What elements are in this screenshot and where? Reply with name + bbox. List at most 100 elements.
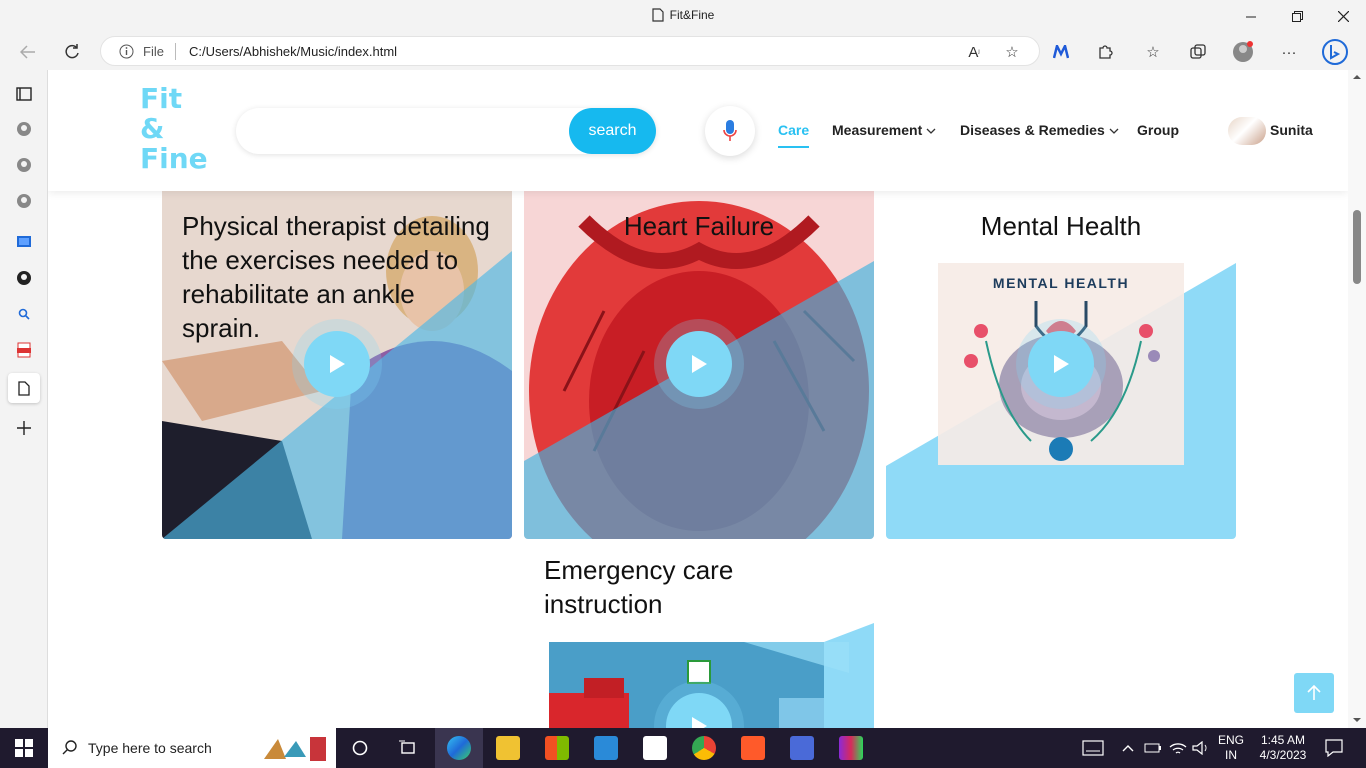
play-button[interactable] [1028, 331, 1094, 397]
new-tab-button[interactable] [12, 416, 36, 440]
notifications-icon[interactable] [1325, 739, 1343, 757]
file-explorer-icon[interactable] [496, 736, 520, 760]
clock-time: 1:45 AM [1260, 733, 1306, 747]
task-view-icon[interactable] [399, 740, 417, 756]
windows-start-icon[interactable] [15, 739, 33, 757]
github-icon [17, 194, 31, 208]
user-name[interactable]: Sunita [1270, 122, 1313, 138]
refresh-button[interactable] [56, 37, 88, 67]
windows-taskbar: Type here to search ENG IN 1:45 AM 4/3/2… [0, 728, 1366, 768]
collections-icon[interactable] [1183, 37, 1213, 67]
back-button[interactable] [12, 37, 44, 67]
read-aloud-icon[interactable]: Aʲ [959, 37, 989, 67]
voice-search-button[interactable] [705, 106, 755, 156]
restore-button[interactable] [1274, 0, 1320, 33]
nav-diseases[interactable]: Diseases & Remedies [960, 122, 1119, 138]
github-tab-icon[interactable] [12, 189, 36, 213]
extensions-icon[interactable] [1090, 37, 1120, 67]
search-icon [62, 740, 77, 755]
scrollbar-thumb[interactable] [1353, 210, 1361, 284]
pdf-tab-icon[interactable] [12, 338, 36, 362]
edge-icon[interactable] [447, 736, 471, 760]
info-icon [119, 44, 134, 59]
store-icon[interactable] [545, 736, 569, 760]
wifi-icon[interactable] [1169, 741, 1187, 755]
card-title: Heart Failure [623, 211, 775, 241]
logo-line-amp: & [140, 112, 165, 145]
address-bar[interactable]: File C:/Users/Abhishek/Music/index.html … [100, 36, 1040, 66]
clock[interactable]: 1:45 AM 4/3/2023 [1252, 733, 1314, 763]
mail-icon[interactable] [594, 736, 618, 760]
page-scrollbar[interactable] [1348, 70, 1366, 728]
monitor-tab-icon[interactable] [12, 230, 36, 254]
profile-avatar-icon[interactable] [1228, 37, 1258, 67]
scroll-up-icon[interactable] [1348, 72, 1366, 82]
battery-icon[interactable] [1144, 741, 1162, 755]
nav-measurement[interactable]: Measurement [832, 122, 936, 138]
active-tab-icon[interactable] [8, 373, 40, 403]
github-tab-icon[interactable] [12, 153, 36, 177]
collections-shape-icon [1190, 44, 1206, 59]
play-icon [692, 717, 707, 728]
chevron-up-icon[interactable] [1122, 744, 1134, 752]
ninja-app-icon[interactable] [741, 736, 765, 760]
monitor-icon [17, 236, 31, 247]
chrome-icon[interactable] [692, 736, 716, 760]
bing-chat-icon [1322, 39, 1348, 65]
chevron-down-icon [926, 128, 936, 134]
close-window-button[interactable] [1320, 0, 1366, 33]
play-button[interactable] [666, 331, 732, 397]
profile-icon [1233, 41, 1253, 62]
search-icon [18, 308, 30, 320]
search-highlight-icon [264, 737, 326, 761]
search-tab-icon[interactable] [12, 302, 36, 326]
restore-icon [1291, 11, 1303, 22]
keyboard-icon[interactable] [1082, 740, 1104, 756]
plus-icon [17, 421, 31, 435]
browser-toolbar: File C:/Users/Abhishek/Music/index.html … [0, 33, 1366, 70]
github-icon [17, 271, 31, 285]
video-card-mental-health[interactable]: Mental Health MENTAL HEALTH [886, 191, 1236, 539]
site-search-input[interactable]: search [236, 108, 656, 154]
pdf-icon [17, 342, 31, 358]
video-card-physical-therapist[interactable]: Physical therapist detailing the exercis… [162, 191, 512, 539]
winrar-icon[interactable] [839, 736, 863, 760]
play-button[interactable] [304, 331, 370, 397]
cortana-icon[interactable] [352, 740, 368, 756]
volume-icon[interactable] [1192, 741, 1210, 755]
snipping-tool-icon[interactable] [790, 736, 814, 760]
nav-measurement-label: Measurement [832, 122, 923, 138]
logo-line-fit: Fit [140, 82, 183, 115]
nav-care[interactable]: Care [778, 122, 810, 148]
video-card-emergency-care[interactable]: Emergency care instruction [524, 553, 874, 728]
add-favorite-icon[interactable]: ☆ [997, 37, 1027, 67]
minimize-icon [1246, 16, 1256, 17]
bing-icon[interactable] [1320, 37, 1350, 67]
tab-title: Fit&Fine [669, 8, 715, 22]
solitaire-icon[interactable] [643, 736, 667, 760]
document-icon [652, 8, 664, 22]
site-logo[interactable]: Fit & Fine [140, 84, 208, 174]
back-to-top-button[interactable] [1294, 673, 1334, 713]
github-tab-icon[interactable] [12, 266, 36, 290]
arrow-up-icon [1307, 685, 1321, 700]
nav-group[interactable]: Group [1137, 122, 1179, 138]
github-tab-icon[interactable] [12, 117, 36, 141]
video-card-heart-failure[interactable]: Heart Failure [524, 191, 874, 539]
extension-m-icon [1053, 45, 1069, 59]
language-indicator[interactable]: ENG IN [1216, 733, 1246, 763]
taskbar-search-box[interactable]: Type here to search [48, 728, 336, 768]
user-avatar[interactable] [1228, 117, 1266, 145]
more-options-icon[interactable]: ··· [1274, 37, 1304, 67]
scroll-down-icon[interactable] [1348, 715, 1366, 725]
url-text[interactable]: C:/Users/Abhishek/Music/index.html [189, 44, 397, 59]
language-code: ENG [1217, 733, 1244, 747]
image-caption: MENTAL HEALTH [992, 275, 1130, 291]
favorites-icon[interactable]: ☆ [1138, 37, 1168, 67]
tab-actions-icon[interactable] [12, 82, 36, 106]
minimize-button[interactable] [1228, 0, 1274, 33]
search-button[interactable]: search [569, 108, 656, 154]
malwarebytes-extension-icon[interactable] [1046, 37, 1076, 67]
window-titlebar: Fit&Fine [0, 0, 1366, 33]
tabs-icon [16, 87, 32, 101]
